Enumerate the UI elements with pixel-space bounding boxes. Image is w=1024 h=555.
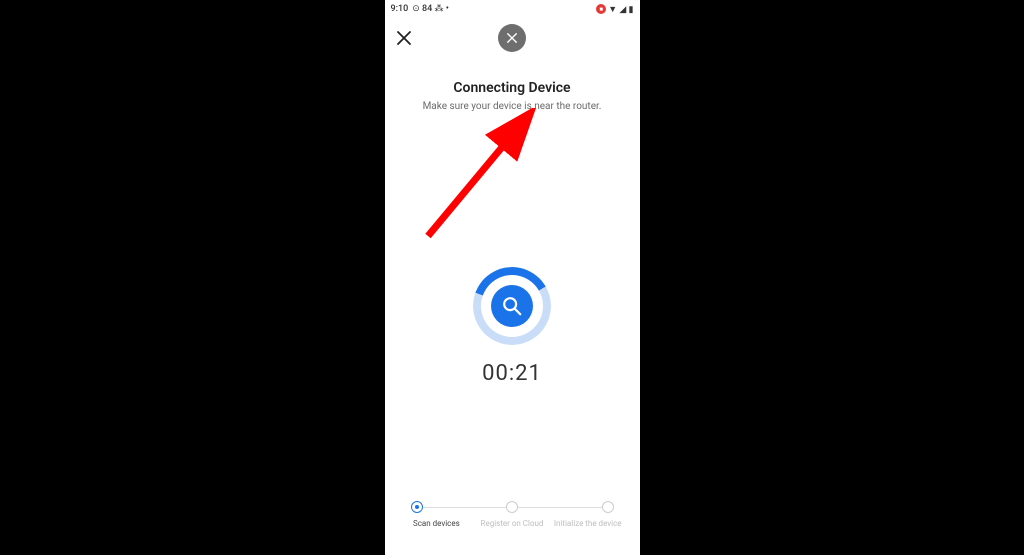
close-icon: [397, 31, 411, 45]
status-bar: 9:10 ⊙ 84 ⁂ • ■ ▼ ◢ ▮: [385, 0, 640, 18]
step-label-register: Register on Cloud: [474, 519, 550, 529]
step-dot-register: [506, 501, 518, 513]
status-icons-left: ⊙ 84 ⁂ •: [412, 4, 449, 14]
spinner-core: [491, 285, 533, 327]
search-icon: [501, 295, 523, 317]
screen-record-icon: ■: [596, 4, 606, 14]
status-left: 9:10 ⊙ 84 ⁂ •: [391, 4, 449, 14]
page-subtitle: Make sure your device is near the router…: [399, 101, 626, 112]
stepper-dots: [411, 501, 614, 513]
step-dot-scan: [411, 501, 423, 513]
status-right: ■ ▼ ◢ ▮: [596, 4, 633, 15]
close-icon: [506, 32, 518, 44]
header-row: [385, 18, 640, 58]
page-title: Connecting Device: [399, 80, 626, 96]
close-button[interactable]: [395, 29, 413, 47]
title-block: Connecting Device Make sure your device …: [385, 80, 640, 112]
setup-stepper: Scan devices Register on Cloud Initializ…: [385, 501, 640, 555]
countdown-timer: 00:21: [482, 361, 542, 386]
progress-spinner: [473, 267, 551, 345]
step-dot-initialize: [602, 501, 614, 513]
phone-frame: 9:10 ⊙ 84 ⁂ • ■ ▼ ◢ ▮ Connecting Device …: [385, 0, 640, 555]
stepper-labels: Scan devices Register on Cloud Initializ…: [399, 519, 626, 529]
wifi-signal-battery-icons: ▼ ◢ ▮: [608, 4, 633, 15]
dismiss-overlay-button[interactable]: [498, 24, 526, 52]
step-label-initialize: Initialize the device: [550, 519, 626, 529]
progress-area: 00:21: [385, 152, 640, 501]
clock-text: 9:10: [391, 4, 409, 14]
step-label-scan: Scan devices: [399, 519, 475, 529]
